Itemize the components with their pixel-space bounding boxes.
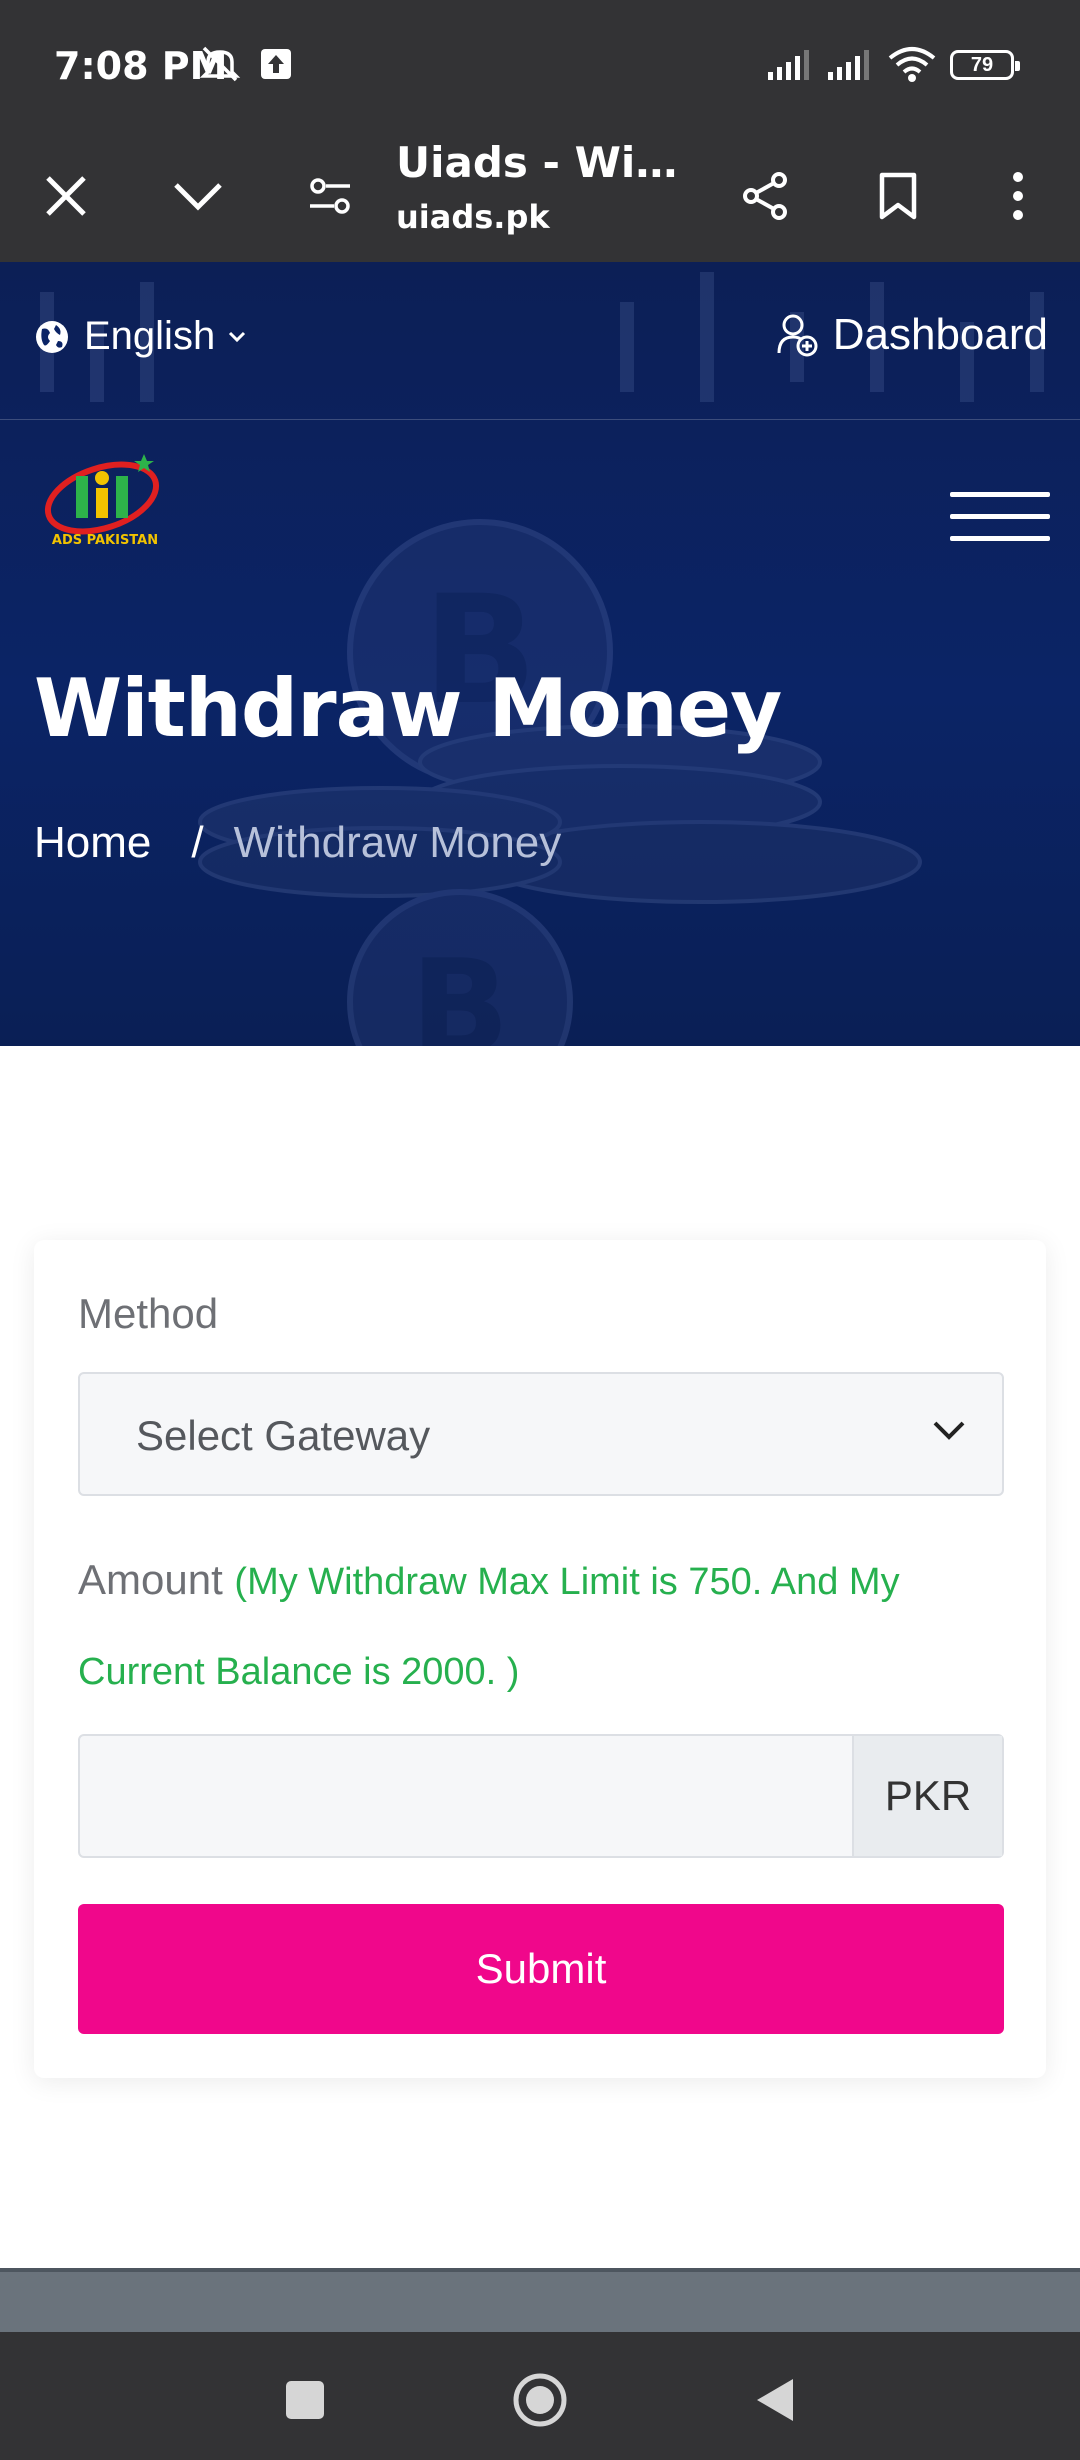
- submit-button[interactable]: Submit: [78, 1904, 1004, 2034]
- chevron-down-icon: [229, 331, 246, 342]
- site-settings-icon[interactable]: [290, 156, 370, 236]
- menu-toggle-icon[interactable]: [950, 482, 1050, 552]
- amount-input[interactable]: [80, 1736, 852, 1856]
- back-icon[interactable]: [735, 2360, 815, 2440]
- close-icon[interactable]: [26, 156, 106, 236]
- system-nav-bar: [0, 2332, 1080, 2460]
- browser-toolbar: Uiads - With... uiads.pk: [0, 130, 1080, 262]
- amount-label: Amount: [78, 1556, 223, 1603]
- status-bar: 7:08 PM 79: [0, 0, 1080, 130]
- wifi-icon: [888, 46, 936, 87]
- chevron-down-icon: [933, 1421, 965, 1440]
- recents-icon[interactable]: [265, 2360, 345, 2440]
- gateway-select[interactable]: Select Gateway: [78, 1372, 1004, 1496]
- chevron-down-icon[interactable]: [158, 156, 238, 236]
- hero-banner: B B English Dashboard ADS PAKISTAN Withd…: [0, 262, 1080, 1046]
- signal-icon: [768, 50, 818, 85]
- svg-text:B: B: [410, 931, 509, 1046]
- currency-addon: PKR: [852, 1736, 1002, 1856]
- tab-title: Uiads - With...: [396, 138, 696, 187]
- user-plus-icon: [777, 314, 818, 357]
- share-icon[interactable]: [726, 156, 806, 236]
- bookmark-icon[interactable]: [858, 156, 938, 236]
- page-tab-title[interactable]: Uiads - With... uiads.pk: [396, 130, 696, 262]
- signal-icon: [828, 50, 878, 85]
- breadcrumb-current: Withdraw Money: [233, 818, 562, 867]
- upload-icon: [260, 48, 292, 85]
- breadcrumb-separator: /: [191, 818, 204, 867]
- breadcrumb: Home / Withdraw Money: [34, 818, 561, 868]
- mute-icon: [198, 44, 242, 89]
- gateway-select-value: Select Gateway: [136, 1412, 431, 1459]
- battery-icon: 79: [950, 50, 1020, 80]
- breadcrumb-home[interactable]: Home: [34, 818, 151, 868]
- site-logo[interactable]: ADS PAKISTAN: [40, 446, 170, 556]
- logo-text: ADS PAKISTAN: [52, 533, 158, 548]
- withdraw-form-card: Method Select Gateway Amount (My Withdra…: [34, 1240, 1046, 2078]
- tab-url: uiads.pk: [396, 198, 550, 236]
- language-label: English: [84, 314, 216, 358]
- method-label: Method: [78, 1290, 219, 1337]
- amount-label-row: Amount (My Withdraw Max Limit is 750. An…: [78, 1536, 978, 1716]
- top-bar: English Dashboard: [0, 262, 1080, 420]
- footer-band: [0, 2268, 1080, 2336]
- dashboard-label: Dashboard: [832, 310, 1048, 359]
- dashboard-link[interactable]: Dashboard: [777, 310, 1048, 360]
- page-title: Withdraw Money: [34, 662, 782, 755]
- home-icon[interactable]: [500, 2360, 580, 2440]
- globe-icon: [36, 320, 68, 353]
- amount-input-group: PKR: [78, 1734, 1004, 1858]
- language-selector[interactable]: English: [34, 314, 247, 359]
- more-icon[interactable]: [978, 156, 1058, 236]
